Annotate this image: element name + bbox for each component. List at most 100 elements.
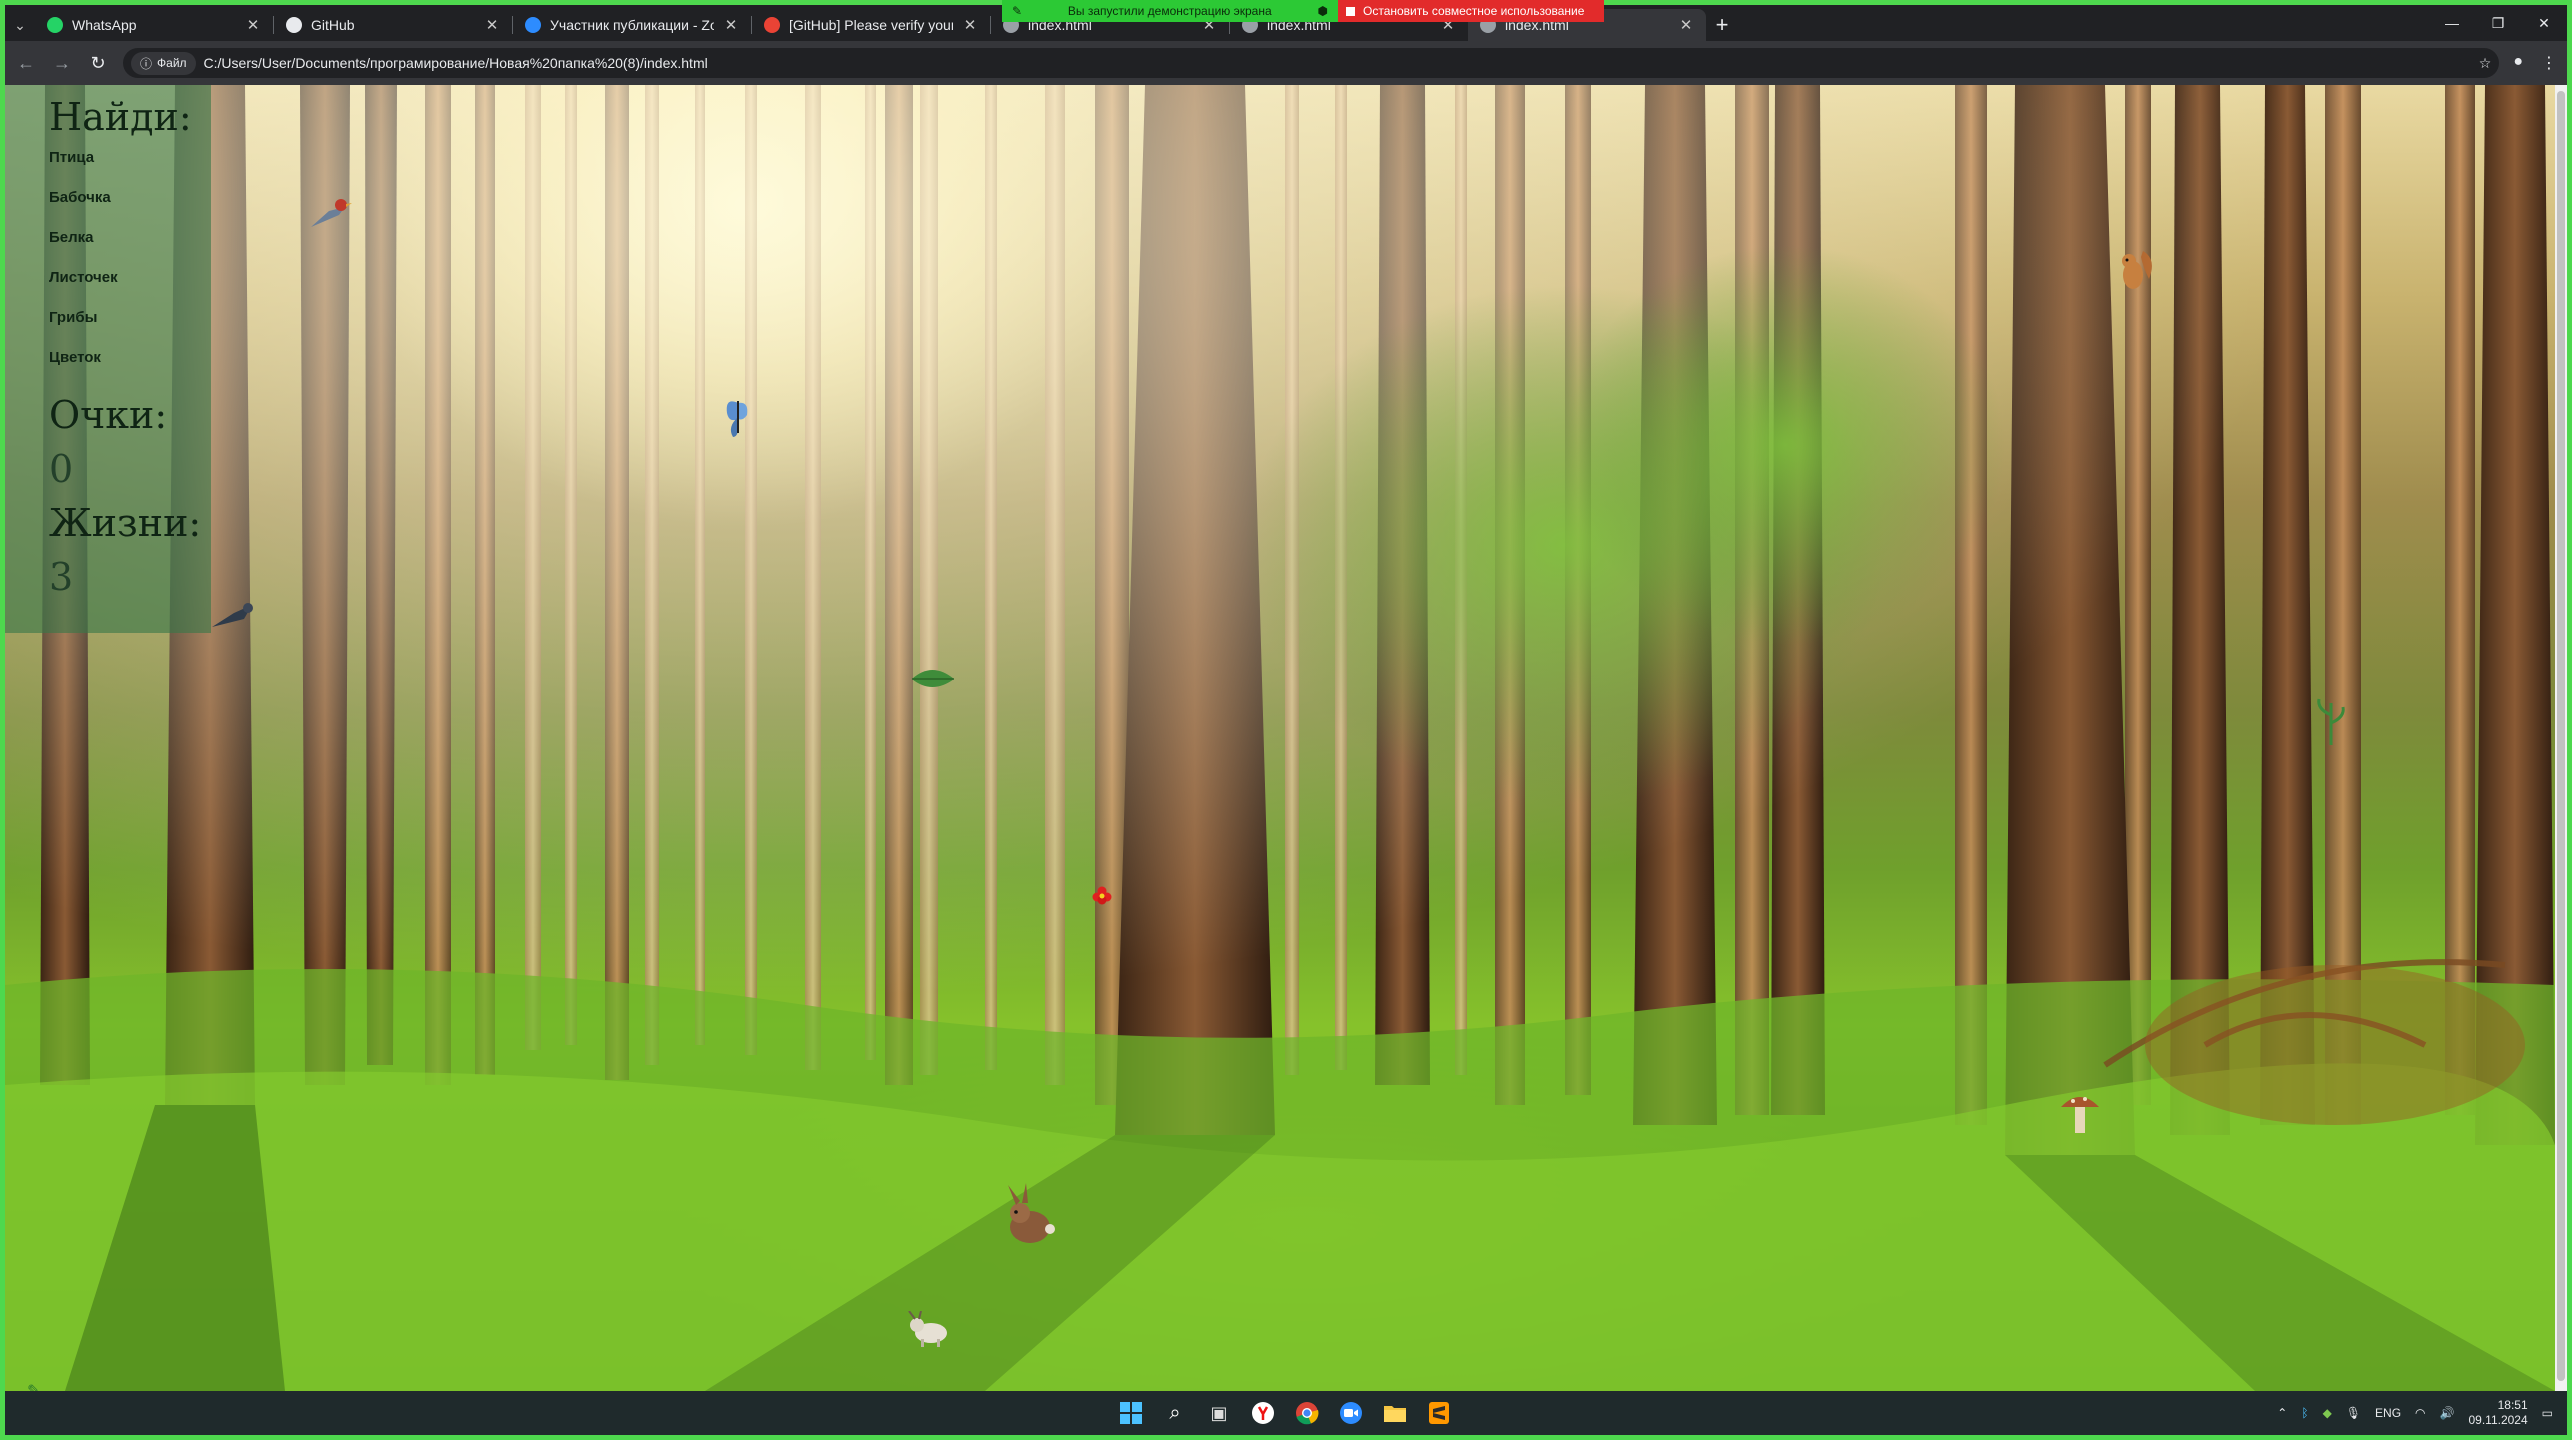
- tab-close-icon[interactable]: ✕: [1678, 16, 1694, 34]
- butterfly-object[interactable]: [721, 393, 755, 443]
- yandex-browser-button[interactable]: [1245, 1395, 1281, 1431]
- system-tray: ⌃ ᛒ ◆ 🎙 ENG ◠ 🔊 18:51 09.11.2024 ▭: [2277, 1391, 2553, 1435]
- chrome-icon: [1296, 1402, 1319, 1425]
- reload-button[interactable]: ↻: [87, 53, 109, 74]
- bird-small-object[interactable]: [208, 599, 258, 639]
- forward-button[interactable]: →: [51, 53, 73, 74]
- gmail-icon: [764, 17, 780, 33]
- minimize-button[interactable]: —: [2429, 5, 2475, 41]
- microphone-icon[interactable]: 🎙: [2346, 1406, 2361, 1420]
- address-bar[interactable]: ⓘ Файл C:/Users/User/Documents/програмир…: [123, 48, 2500, 78]
- tab-3[interactable]: [GitHub] Please verify your dev ✕: [752, 9, 990, 41]
- file-explorer-button[interactable]: [1377, 1395, 1413, 1431]
- tab-close-icon[interactable]: ✕: [245, 16, 261, 34]
- score-title: Очки:: [49, 393, 168, 437]
- url-text: C:/Users/User/Documents/програмирование/…: [203, 55, 708, 71]
- profile-icon[interactable]: ●: [2513, 53, 2523, 73]
- search-button[interactable]: ⌕: [1157, 1395, 1193, 1431]
- leaf-object[interactable]: [910, 667, 956, 691]
- stop-icon: [1346, 6, 1355, 16]
- target-item: Белка: [49, 229, 94, 246]
- notification-icon[interactable]: ▭: [2542, 1406, 2553, 1420]
- tab-close-icon[interactable]: ✕: [962, 16, 978, 34]
- target-list: Птица Бабочка Белка Листочек Грибы Цветок: [49, 143, 211, 383]
- taskbar: ⌕ ▣ ⌃ ᛒ ◆ 🎙 ENG ◠ 🔊 18:51 09.11.2024 ▭: [5, 1391, 2567, 1435]
- nvidia-icon[interactable]: ◆: [2323, 1406, 2332, 1420]
- task-view-icon: ▣: [1210, 1402, 1228, 1423]
- site-info-label: Файл: [157, 56, 187, 70]
- flower-object[interactable]: [1091, 885, 1113, 907]
- clock-date: 09.11.2024: [2468, 1413, 2528, 1427]
- new-tab-button[interactable]: +: [1706, 9, 1738, 41]
- back-button[interactable]: ←: [15, 53, 37, 74]
- game-page: Найди: Птица Бабочка Белка Листочек Грибы Цве…: [5, 85, 2555, 1391]
- target-item: Грибы: [49, 309, 98, 326]
- language-indicator[interactable]: ENG: [2375, 1406, 2401, 1420]
- start-button[interactable]: [1113, 1395, 1149, 1431]
- tab-close-icon[interactable]: ✕: [723, 16, 739, 34]
- forest-background: [5, 85, 2555, 1391]
- tray-overflow-icon[interactable]: ⌃: [2277, 1406, 2287, 1420]
- bluetooth-icon[interactable]: ᛒ: [2301, 1406, 2308, 1420]
- tab-title: GitHub: [311, 17, 355, 33]
- whatsapp-icon: [47, 17, 63, 33]
- tab-title: Участник публикации - Zoom: [550, 17, 714, 33]
- tab-1[interactable]: GitHub ✕: [274, 9, 512, 41]
- wifi-icon[interactable]: ◠: [2415, 1406, 2425, 1420]
- annotation-pencil-icon[interactable]: ✎: [27, 1381, 40, 1391]
- stop-sharing-button[interactable]: Остановить совместное использование: [1338, 0, 1604, 22]
- search-icon: ⌕: [1169, 1401, 1181, 1424]
- tab-close-icon[interactable]: ✕: [484, 16, 500, 34]
- target-item: Цветок: [49, 349, 101, 366]
- tab-title: [GitHub] Please verify your dev: [789, 17, 953, 33]
- window-controls: — ❐ ✕: [2429, 5, 2567, 41]
- screen-share-banner: ✎ Вы запустили демонстрацию экрана ⬢ Ост…: [1002, 0, 1604, 22]
- site-info-chip[interactable]: ⓘ Файл: [131, 51, 196, 75]
- volume-icon[interactable]: 🔊: [2440, 1406, 2455, 1420]
- task-view-button[interactable]: ▣: [1201, 1395, 1237, 1431]
- zoom-icon: [1340, 1402, 1362, 1424]
- yandex-icon: [1252, 1402, 1274, 1424]
- tab-search-button[interactable]: ⌄: [5, 9, 35, 41]
- bird-object[interactable]: [305, 193, 353, 237]
- chrome-button[interactable]: [1289, 1395, 1325, 1431]
- mushroom-object[interactable]: [2055, 1085, 2105, 1137]
- star-icon[interactable]: ☆: [2479, 55, 2492, 72]
- info-icon: ⓘ: [140, 56, 153, 71]
- clock-time: 18:51: [2497, 1398, 2528, 1412]
- rabbit-object[interactable]: [998, 1183, 1062, 1249]
- tab-0[interactable]: WhatsApp ✕: [35, 9, 273, 41]
- target-item: Бабочка: [49, 189, 111, 206]
- sublime-icon: [1429, 1402, 1449, 1424]
- plant-sprout-object[interactable]: [2313, 695, 2349, 745]
- share-notice: ✎ Вы запустили демонстрацию экрана ⬢: [1002, 0, 1338, 22]
- share-notice-text: Вы запустили демонстрацию экрана: [1067, 4, 1272, 18]
- folder-icon: [1384, 1406, 1406, 1422]
- windows-icon: [1120, 1402, 1142, 1424]
- goat-object[interactable]: [907, 1311, 951, 1347]
- restore-button[interactable]: ❐: [2475, 5, 2521, 41]
- sublime-text-button[interactable]: [1421, 1395, 1457, 1431]
- github-icon: [286, 17, 302, 33]
- clock[interactable]: 18:51 09.11.2024: [2468, 1398, 2527, 1428]
- lives-title: Жизни:: [49, 501, 202, 545]
- stop-sharing-label: Остановить совместное использование: [1363, 4, 1585, 18]
- zoom-icon: [525, 17, 541, 33]
- plus-icon: +: [1715, 12, 1729, 37]
- browser-toolbar: ← → ↻ ⓘ Файл C:/Users/User/Documents/про…: [5, 41, 2567, 85]
- lives-value: 3: [49, 555, 74, 599]
- scrollbar-thumb[interactable]: [2557, 91, 2565, 1381]
- squirrel-object[interactable]: [2113, 245, 2157, 295]
- tab-2[interactable]: Участник публикации - Zoom ✕: [513, 9, 751, 41]
- tab-title: WhatsApp: [72, 17, 137, 33]
- zoom-button[interactable]: [1333, 1395, 1369, 1431]
- close-window-button[interactable]: ✕: [2521, 5, 2567, 41]
- shield-icon: ⬢: [1317, 4, 1328, 18]
- chevron-down-icon: ⌄: [14, 16, 26, 33]
- share-pencil-icon: ✎: [1012, 4, 1023, 18]
- find-title: Найди:: [49, 95, 192, 139]
- page-scrollbar[interactable]: [2555, 85, 2567, 1391]
- score-value: 0: [49, 447, 74, 491]
- target-item: Листочек: [49, 269, 118, 286]
- menu-icon[interactable]: ⋮: [2541, 53, 2557, 73]
